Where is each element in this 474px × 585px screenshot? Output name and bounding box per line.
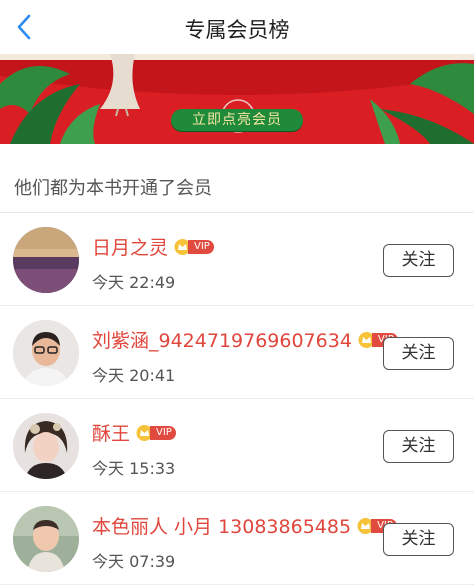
- follow-button[interactable]: 关注: [383, 430, 454, 463]
- section-label: 他们都为本书开通了会员: [14, 178, 212, 199]
- member-list: 日月之灵 VIP 今天 22:49 关注 刘紫涵_942471976960763…: [0, 213, 474, 585]
- join-time: 今天 20:41: [92, 366, 176, 385]
- list-item[interactable]: 酥王 VIP 今天 15:33 关注: [0, 399, 474, 492]
- avatar[interactable]: [13, 227, 79, 293]
- member-name[interactable]: 日月之灵: [92, 233, 168, 260]
- vip-banner[interactable]: 立即点亮会员: [0, 54, 474, 144]
- follow-button[interactable]: 关注: [383, 244, 454, 277]
- vip-badge: VIP: [136, 424, 176, 441]
- member-name[interactable]: 酥王: [92, 419, 130, 446]
- page-title: 专属会员榜: [184, 18, 290, 42]
- list-item[interactable]: 日月之灵 VIP 今天 22:49 关注: [0, 213, 474, 306]
- top-bar: 专属会员榜: [0, 0, 474, 54]
- member-name[interactable]: 刘紫涵_9424719769607634: [92, 326, 352, 353]
- vip-label: VIP: [150, 425, 176, 440]
- activate-vip-button[interactable]: 立即点亮会员: [171, 109, 303, 131]
- join-time: 今天 15:33: [92, 459, 176, 478]
- vip-badge: VIP: [174, 238, 214, 255]
- list-item[interactable]: 本色丽人 小月 13083865485 VIP 今天 07:39 关注: [0, 492, 474, 585]
- follow-button[interactable]: 关注: [383, 523, 454, 556]
- list-item[interactable]: 刘紫涵_9424719769607634 VIP 今天 20:41 关注: [0, 306, 474, 399]
- avatar[interactable]: [13, 320, 79, 386]
- avatar[interactable]: [13, 413, 79, 479]
- member-name[interactable]: 本色丽人 小月 13083865485: [92, 512, 351, 539]
- join-time: 今天 22:49: [92, 273, 176, 292]
- vip-label: VIP: [188, 239, 214, 254]
- follow-button[interactable]: 关注: [383, 337, 454, 370]
- join-time: 今天 07:39: [92, 552, 176, 571]
- avatar[interactable]: [13, 506, 79, 572]
